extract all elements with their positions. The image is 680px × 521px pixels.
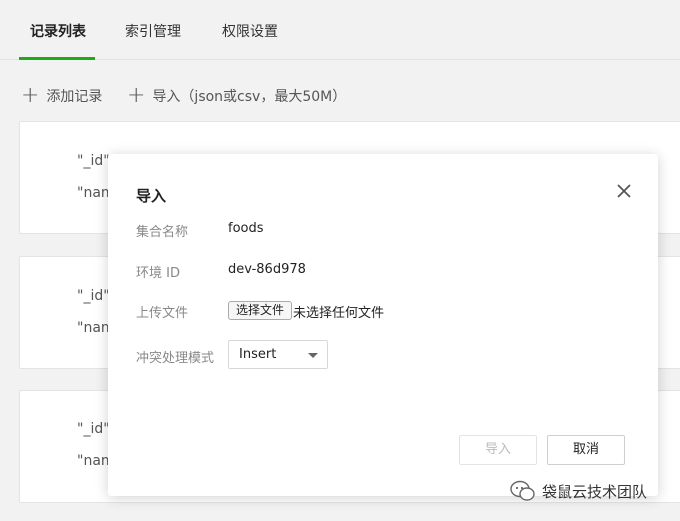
conflict-mode-label: 冲突处理模式 <box>136 351 215 366</box>
active-tab-indicator <box>19 57 95 60</box>
add-record-label: 添加记录 <box>46 89 103 105</box>
import-label: 导入（json或csv，最大50M） <box>152 89 347 105</box>
import-button[interactable]: + 导入（json或csv，最大50M） <box>127 83 347 108</box>
env-id-label: 环境 ID <box>136 266 180 281</box>
chevron-down-icon <box>308 353 318 358</box>
wechat-icon <box>510 480 535 501</box>
env-id-value: dev-86d978 <box>228 262 306 277</box>
no-file-status: 未选择任何文件 <box>293 306 385 321</box>
upload-file-label: 上传文件 <box>136 306 189 321</box>
add-record-button[interactable]: + 添加记录 <box>21 83 103 108</box>
tab-bar: 记录列表 索引管理 权限设置 <box>0 0 680 60</box>
cancel-button[interactable]: 取消 <box>547 435 625 465</box>
collection-name-value: foods <box>228 221 264 236</box>
close-icon[interactable] <box>615 182 633 200</box>
conflict-mode-value: Insert <box>239 347 277 362</box>
dialog-title: 导入 <box>136 187 167 205</box>
watermark: 袋鼠云技术团队 <box>510 480 647 502</box>
conflict-mode-select[interactable]: Insert <box>228 340 328 369</box>
tab-permission-settings[interactable]: 权限设置 <box>222 21 278 41</box>
import-dialog: 导入 集合名称 foods 环境 ID dev-86d978 上传文件 选择文件… <box>108 154 658 496</box>
watermark-text: 袋鼠云技术团队 <box>542 482 648 501</box>
choose-file-button[interactable]: 选择文件 <box>228 301 293 320</box>
plus-icon: + <box>21 83 40 108</box>
collection-name-label: 集合名称 <box>136 225 189 240</box>
plus-icon: + <box>127 83 146 108</box>
confirm-import-button[interactable]: 导入 <box>459 435 537 465</box>
tab-record-list[interactable]: 记录列表 <box>30 21 86 41</box>
tab-index-management[interactable]: 索引管理 <box>125 21 181 41</box>
